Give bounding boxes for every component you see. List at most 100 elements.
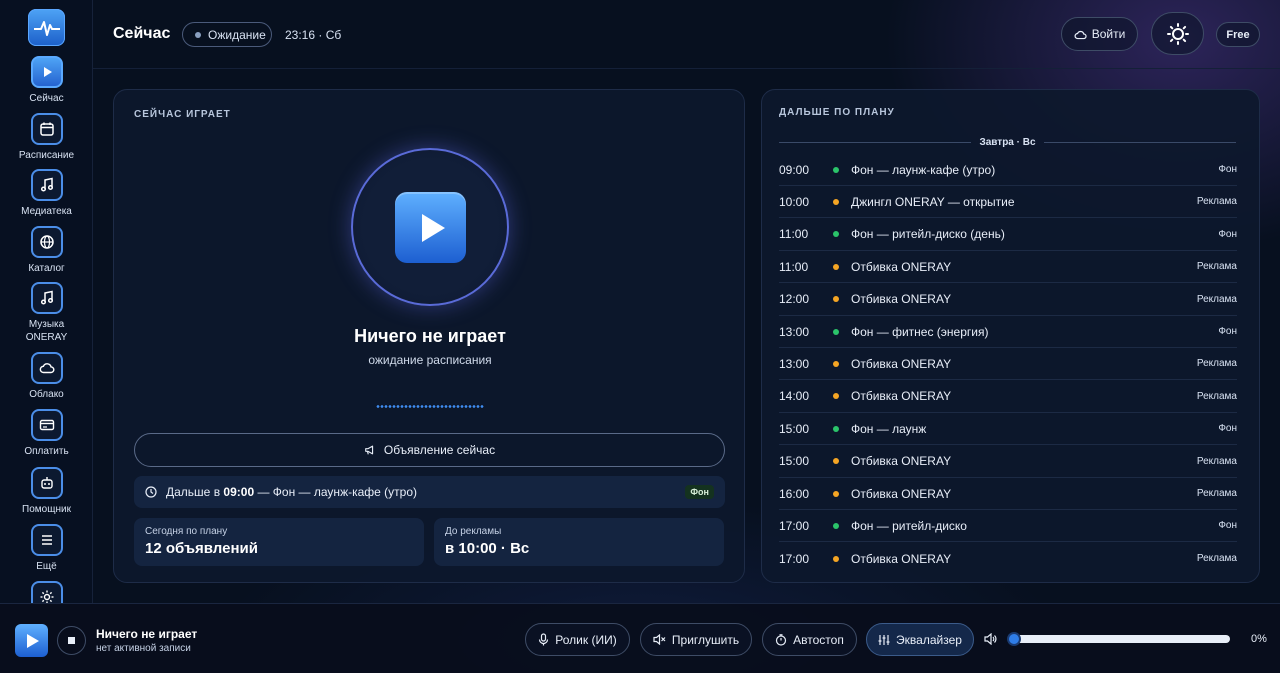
ad-dot-icon bbox=[833, 393, 839, 400]
sidebar-item-label: Расписание bbox=[18, 150, 75, 161]
sidebar-item-media-library[interactable]: Медиатека bbox=[0, 169, 93, 218]
sun-icon bbox=[1166, 22, 1189, 45]
sidebar-item-assistant[interactable]: Помощник bbox=[0, 467, 93, 516]
sidebar-item-label: Каталог bbox=[28, 263, 65, 274]
schedule-title: Фон — фитнес (энергия) bbox=[851, 324, 989, 339]
background-dot-icon bbox=[833, 328, 839, 335]
stop-button[interactable] bbox=[57, 626, 86, 655]
sidebar-item-now[interactable]: Сейчас bbox=[0, 56, 93, 105]
announce-now-label: Объявление сейчас bbox=[383, 443, 496, 457]
next-up-type-badge: Фон bbox=[685, 485, 714, 499]
autostop-button[interactable]: Автостоп bbox=[762, 623, 857, 656]
credit-card-icon bbox=[30, 409, 63, 441]
sidebar-item-label: Оплатить bbox=[24, 446, 69, 457]
schedule-type-badge: Реклама bbox=[1196, 455, 1237, 467]
sidebar-item-oneray-music[interactable]: Музыка ONERAY bbox=[0, 282, 93, 344]
sidebar-item-more[interactable]: Ещё bbox=[0, 524, 93, 573]
status-badge: Ожидание bbox=[182, 22, 272, 47]
schedule-card: ДАЛЬШЕ ПО ПЛАНУ Завтра · Вс 09:00 Фон — л… bbox=[761, 89, 1260, 583]
sidebar-item-label: Медиатека bbox=[21, 206, 72, 217]
theme-toggle-button[interactable] bbox=[1151, 12, 1204, 55]
schedule-row[interactable]: 17:00 Фон — ритейл-диско Фон bbox=[779, 510, 1237, 543]
pulse-icon bbox=[33, 20, 60, 36]
sidebar-item-label: Сейчас bbox=[29, 93, 64, 104]
loading-indicator bbox=[376, 405, 484, 408]
schedule-title: Фон — лаунж bbox=[851, 421, 927, 436]
background-dot-icon bbox=[833, 166, 839, 173]
schedule-type-badge: Реклама bbox=[1196, 553, 1237, 565]
sidebar: Сейчас Расписание Медиатека Каталог Музы… bbox=[0, 0, 93, 603]
schedule-row[interactable]: 09:00 Фон — лаунж-кафе (утро) Фон bbox=[779, 154, 1237, 186]
stat-value: 12 объявлений bbox=[145, 540, 258, 557]
sidebar-item-catalog[interactable]: Каталог bbox=[0, 226, 93, 275]
now-playing-subtitle: ожидание расписания bbox=[368, 353, 492, 367]
schedule-row[interactable]: 11:00 Отбивка ONERAY Реклама bbox=[779, 251, 1237, 284]
schedule-time: 12:00 bbox=[779, 292, 810, 307]
schedule-title: Отбивка ONERAY bbox=[851, 356, 952, 371]
status-text: Ожидание bbox=[208, 27, 266, 42]
now-playing-disc bbox=[351, 148, 509, 306]
ai-clip-button[interactable]: Ролик (ИИ) bbox=[525, 623, 630, 656]
volume-knob[interactable] bbox=[1007, 632, 1021, 646]
now-playing-card: СЕЙЧАС ИГРАЕТ Ничего не играет ожидание … bbox=[113, 89, 745, 583]
schedule-time: 13:00 bbox=[779, 356, 810, 371]
schedule-title: Фон — ритейл-диско (день) bbox=[851, 227, 1005, 242]
mute-button[interactable]: Приглушить bbox=[640, 623, 752, 656]
gear-icon bbox=[30, 581, 63, 603]
ad-dot-icon bbox=[833, 263, 839, 270]
schedule-title: Отбивка ONERAY bbox=[851, 259, 952, 274]
schedule-time: 13:00 bbox=[779, 324, 810, 339]
schedule-row[interactable]: 12:00 Отбивка ONERAY Реклама bbox=[779, 284, 1237, 316]
schedule-time: 17:00 bbox=[779, 518, 810, 533]
schedule-title: Отбивка ONERAY bbox=[851, 486, 952, 501]
schedule-row[interactable]: 15:00 Фон — лаунж Фон bbox=[779, 413, 1237, 446]
ad-dot-icon bbox=[833, 198, 839, 205]
schedule-row[interactable]: 13:00 Отбивка ONERAY Реклама bbox=[779, 348, 1237, 381]
login-button[interactable]: Войти bbox=[1061, 17, 1138, 51]
schedule-row[interactable]: 13:00 Фон — фитнес (энергия) Фон bbox=[779, 316, 1237, 348]
plan-badge[interactable]: Free bbox=[1216, 22, 1260, 47]
schedule-type-badge: Фон bbox=[1218, 326, 1237, 337]
schedule-row[interactable]: 11:00 Фон — ритейл-диско (день) Фон bbox=[779, 219, 1237, 251]
schedule-time: 11:00 bbox=[779, 259, 809, 274]
background-dot-icon bbox=[833, 522, 839, 529]
volume-slider[interactable] bbox=[1007, 632, 1230, 646]
stat-value: в 10:00 · Вс bbox=[445, 540, 530, 557]
ai-clip-label: Ролик (ИИ) bbox=[555, 632, 617, 647]
status-dot-icon bbox=[195, 31, 201, 38]
player-cover[interactable] bbox=[15, 624, 48, 657]
stat-label: До рекламы bbox=[445, 526, 502, 537]
schedule-row[interactable]: 17:00 Отбивка ONERAY Реклама bbox=[779, 543, 1237, 575]
volume-icon[interactable] bbox=[984, 633, 998, 645]
app-logo[interactable] bbox=[28, 9, 65, 46]
stat-label: Сегодня по плану bbox=[145, 526, 228, 537]
next-up-prefix: Дальше в bbox=[166, 485, 221, 499]
mute-label: Приглушить bbox=[671, 632, 740, 647]
sidebar-item-cloud[interactable]: Облако bbox=[0, 352, 93, 401]
schedule-type-badge: Фон bbox=[1218, 423, 1237, 435]
page-title: Сейчас bbox=[113, 25, 171, 42]
schedule-time: 17:00 bbox=[779, 551, 810, 566]
background-dot-icon bbox=[833, 231, 839, 238]
announce-now-button[interactable]: Объявление сейчас bbox=[134, 433, 725, 467]
schedule-row[interactable]: 15:00 Отбивка ONERAY Реклама bbox=[779, 446, 1237, 478]
schedule-row[interactable]: 14:00 Отбивка ONERAY Реклама bbox=[779, 381, 1237, 413]
schedule-row[interactable]: 16:00 Отбивка ONERAY Реклама bbox=[779, 478, 1237, 510]
stat-today-planned: Сегодня по плану 12 объявлений bbox=[134, 518, 424, 566]
equalizer-label: Эквалайзер bbox=[896, 632, 962, 647]
schedule-row[interactable]: 10:00 Джингл ONERAY — открытие Реклама bbox=[779, 186, 1237, 219]
next-up-time: 09:00 bbox=[223, 485, 255, 499]
current-time: 23:16 · Сб bbox=[285, 28, 342, 42]
sidebar-item-schedule[interactable]: Расписание bbox=[0, 113, 93, 162]
play-icon bbox=[30, 56, 63, 88]
play-button[interactable] bbox=[395, 192, 466, 263]
schedule-title: Фон — ритейл-диско bbox=[851, 518, 967, 533]
sidebar-item-label: Ещё bbox=[36, 561, 57, 572]
equalizer-button[interactable]: Эквалайзер bbox=[866, 623, 974, 656]
autostop-label: Автостоп bbox=[793, 632, 844, 647]
schedule-type-badge: Фон bbox=[1218, 520, 1237, 532]
sidebar-item-pay[interactable]: Оплатить bbox=[0, 409, 93, 458]
microphone-icon bbox=[539, 633, 549, 646]
ad-dot-icon bbox=[833, 490, 839, 497]
sidebar-item-settings[interactable] bbox=[0, 581, 93, 603]
